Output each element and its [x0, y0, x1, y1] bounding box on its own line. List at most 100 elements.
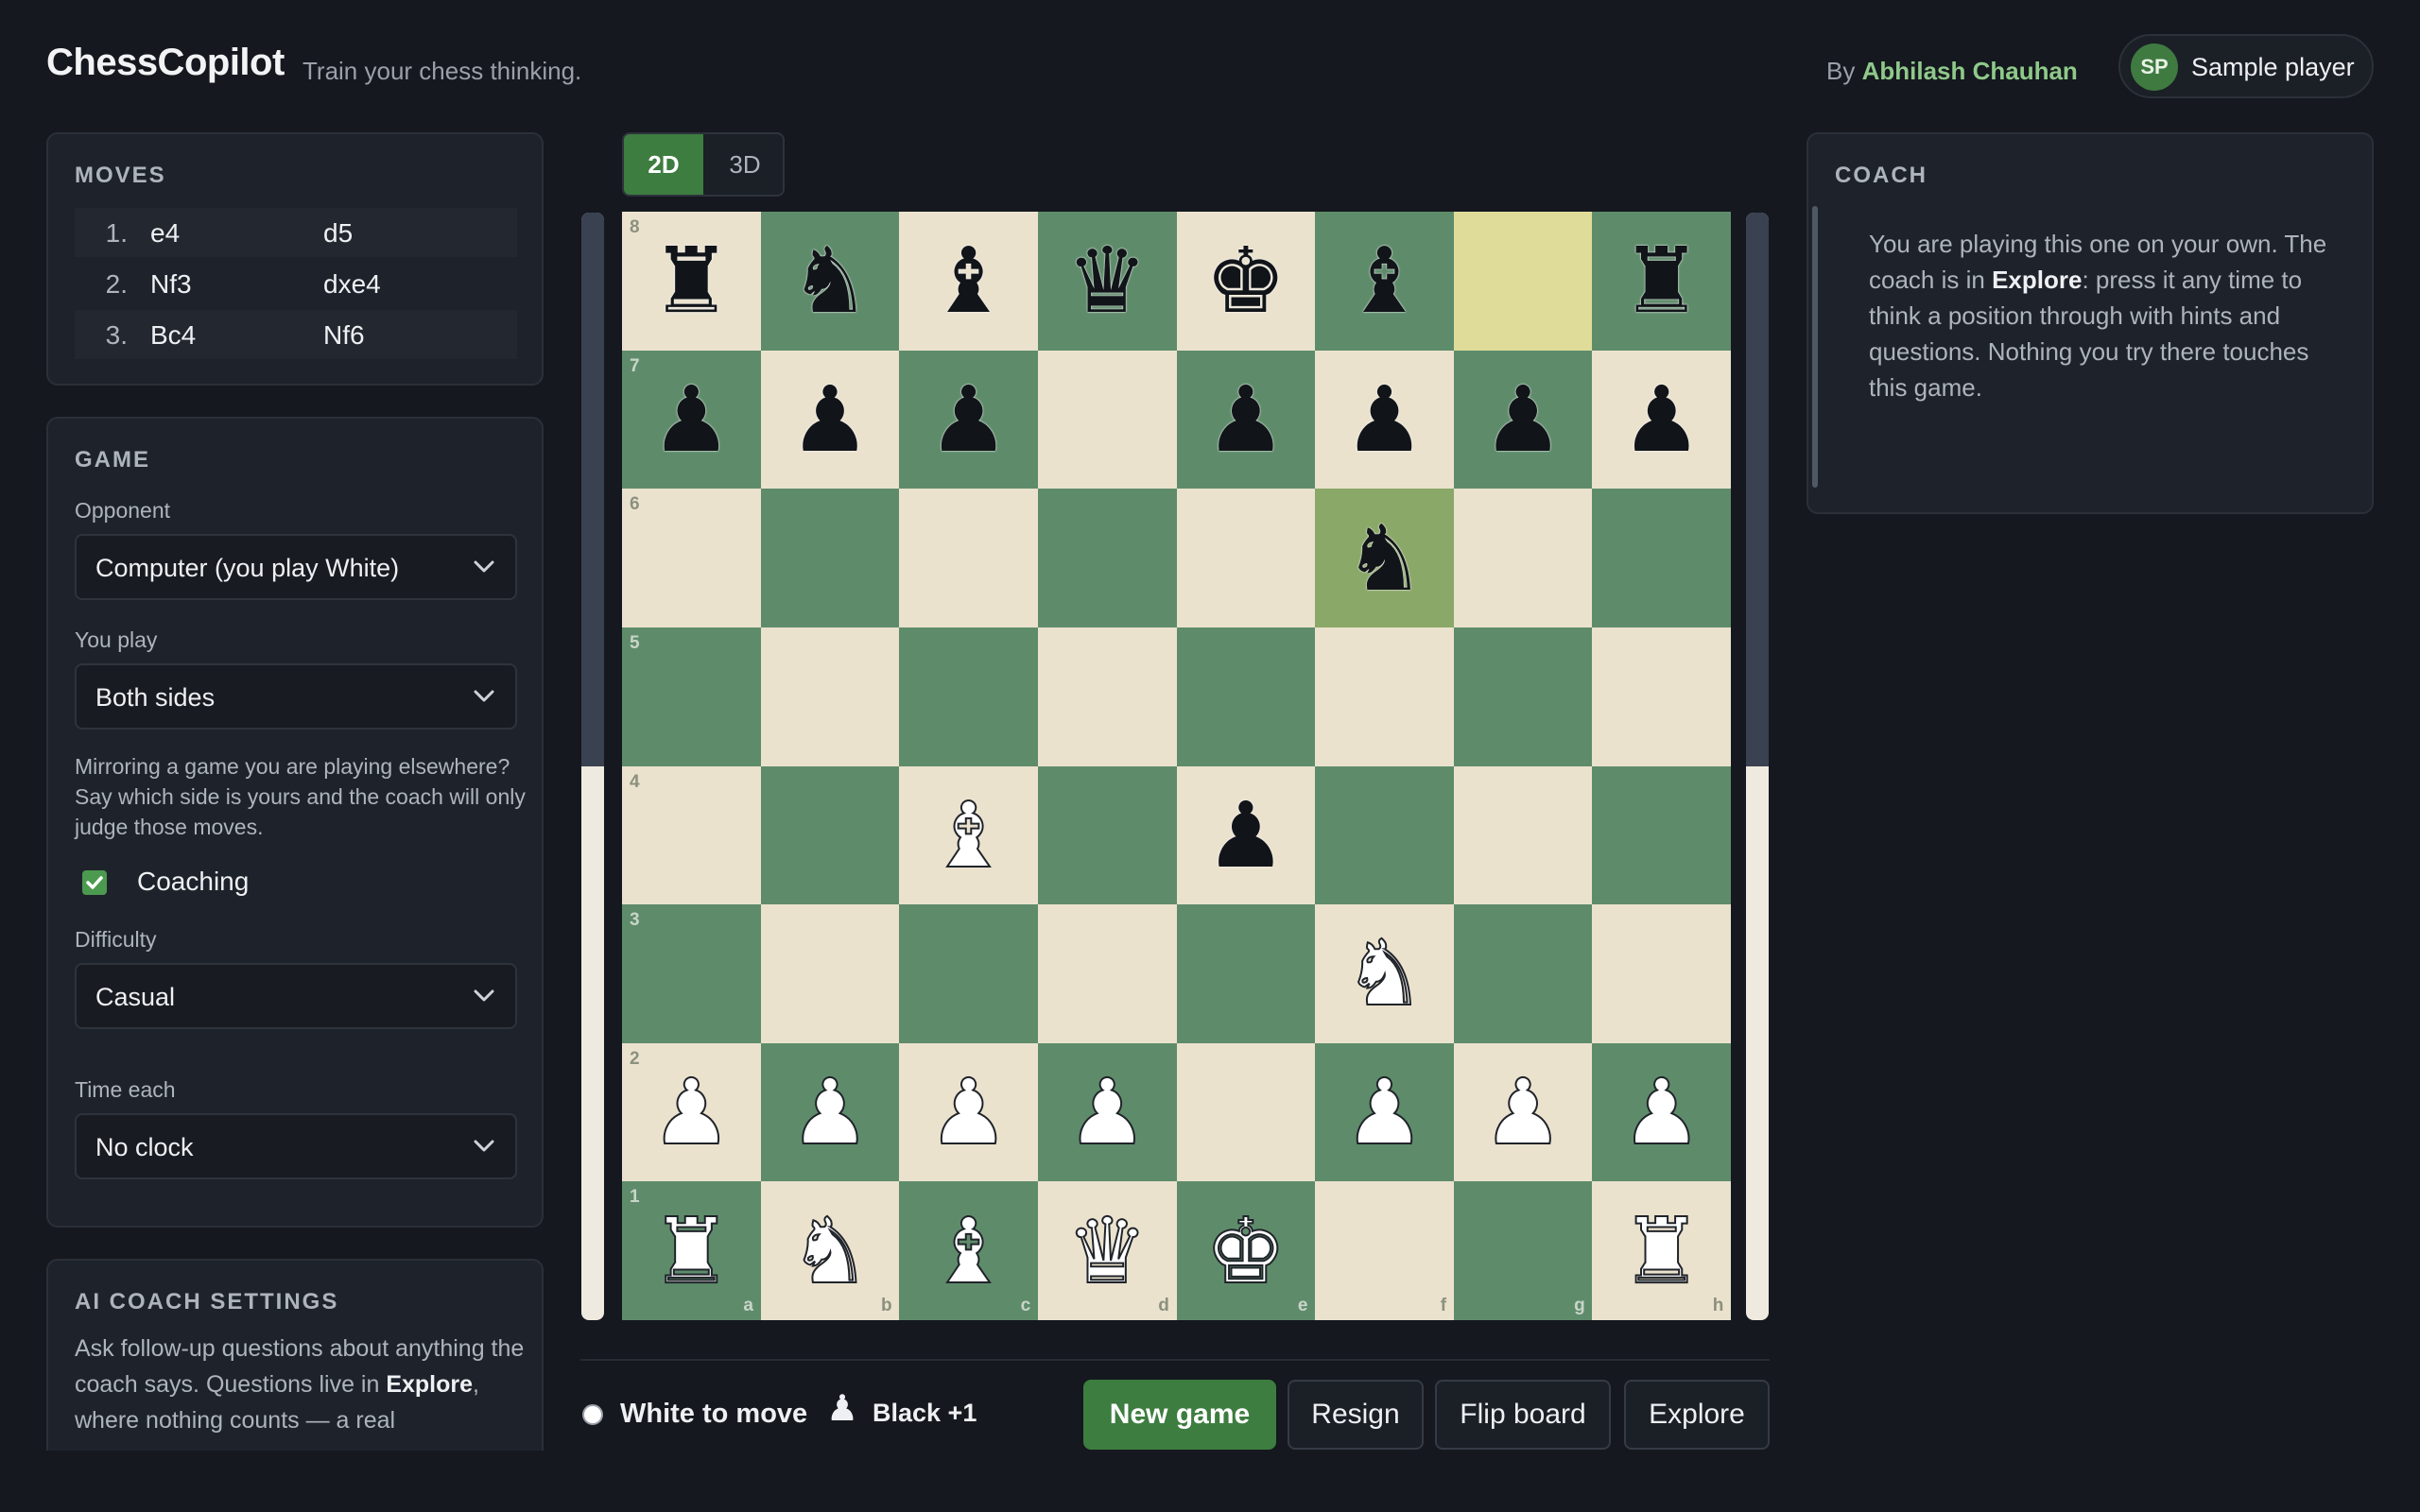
square-c1[interactable]: c ♝ — [899, 1181, 1039, 1321]
square-a2[interactable]: 2 ♟ — [622, 1042, 761, 1182]
square-b4[interactable] — [760, 765, 900, 905]
black-king-icon[interactable]: ♚ — [1177, 212, 1316, 351]
resign-button[interactable]: Resign — [1288, 1380, 1424, 1450]
square-h7[interactable]: ♟ — [1592, 350, 1732, 490]
square-g6[interactable] — [1453, 489, 1593, 628]
square-g1[interactable]: g — [1453, 1181, 1593, 1321]
square-d3[interactable] — [1037, 904, 1177, 1044]
square-h6[interactable] — [1592, 489, 1732, 628]
opponent-select[interactable]: Computer (you play White) — [75, 534, 517, 600]
white-pawn-icon[interactable]: ♟ — [1038, 1043, 1177, 1182]
white-knight-icon[interactable]: ♞ — [761, 1181, 900, 1320]
white-pawn-icon[interactable]: ♟ — [761, 1043, 900, 1182]
time-select[interactable]: No clock — [75, 1113, 517, 1179]
square-d4[interactable] — [1037, 765, 1177, 905]
black-pawn-icon[interactable]: ♟ — [899, 351, 1038, 490]
black-move[interactable]: Nf6 — [323, 320, 365, 351]
square-a4[interactable]: 4 — [622, 765, 761, 905]
square-h4[interactable] — [1592, 765, 1732, 905]
square-h2[interactable]: ♟ — [1592, 1042, 1732, 1182]
black-rook-icon[interactable]: ♜ — [1592, 212, 1731, 351]
square-g8[interactable] — [1453, 212, 1593, 351]
coaching-checkbox[interactable] — [82, 870, 107, 895]
square-d8[interactable]: ♛ — [1037, 212, 1177, 351]
white-queen-icon[interactable]: ♛ — [1038, 1181, 1177, 1320]
square-a3[interactable]: 3 — [622, 904, 761, 1044]
square-a5[interactable]: 5 — [622, 627, 761, 766]
black-knight-icon[interactable]: ♞ — [761, 212, 900, 351]
square-f1[interactable]: f — [1315, 1181, 1455, 1321]
black-pawn-icon[interactable]: ♟ — [622, 351, 761, 490]
square-b1[interactable]: b ♞ — [760, 1181, 900, 1321]
white-pawn-icon[interactable]: ♟ — [1315, 1043, 1454, 1182]
view-2d-button[interactable]: 2D — [624, 134, 703, 195]
square-f7[interactable]: ♟ — [1315, 350, 1455, 490]
white-bishop-icon[interactable]: ♝ — [899, 1181, 1038, 1320]
square-c7[interactable]: ♟ — [899, 350, 1039, 490]
square-d6[interactable] — [1037, 489, 1177, 628]
white-king-icon[interactable]: ♚ — [1177, 1181, 1316, 1320]
square-f5[interactable] — [1315, 627, 1455, 766]
black-bishop-icon[interactable]: ♝ — [899, 212, 1038, 351]
square-d7[interactable] — [1037, 350, 1177, 490]
square-h5[interactable] — [1592, 627, 1732, 766]
white-knight-icon[interactable]: ♞ — [1315, 904, 1454, 1043]
coaching-label[interactable]: Coaching — [137, 867, 249, 897]
square-a8[interactable]: 8 ♜ — [622, 212, 761, 351]
square-c5[interactable] — [899, 627, 1039, 766]
square-f6[interactable]: ♞ — [1315, 489, 1455, 628]
white-rook-icon[interactable]: ♜ — [622, 1181, 761, 1320]
square-e3[interactable] — [1176, 904, 1316, 1044]
black-rook-icon[interactable]: ♜ — [622, 212, 761, 351]
white-move[interactable]: e4 — [150, 218, 180, 249]
square-b3[interactable] — [760, 904, 900, 1044]
explore-button[interactable]: Explore — [1624, 1380, 1770, 1450]
square-h8[interactable]: ♜ — [1592, 212, 1732, 351]
black-queen-icon[interactable]: ♛ — [1038, 212, 1177, 351]
square-g5[interactable] — [1453, 627, 1593, 766]
black-knight-icon[interactable]: ♞ — [1315, 489, 1454, 627]
difficulty-select[interactable]: Casual — [75, 963, 517, 1029]
square-e1[interactable]: e ♚ — [1176, 1181, 1316, 1321]
square-g2[interactable]: ♟ — [1453, 1042, 1593, 1182]
square-b6[interactable] — [760, 489, 900, 628]
square-d2[interactable]: ♟ — [1037, 1042, 1177, 1182]
black-move[interactable]: dxe4 — [323, 269, 381, 300]
square-b8[interactable]: ♞ — [760, 212, 900, 351]
square-h1[interactable]: h ♜ — [1592, 1181, 1732, 1321]
square-b7[interactable]: ♟ — [760, 350, 900, 490]
white-move[interactable]: Bc4 — [150, 320, 196, 351]
black-pawn-icon[interactable]: ♟ — [761, 351, 900, 490]
square-a6[interactable]: 6 — [622, 489, 761, 628]
black-move[interactable]: d5 — [323, 218, 353, 249]
white-pawn-icon[interactable]: ♟ — [622, 1043, 761, 1182]
white-rook-icon[interactable]: ♜ — [1592, 1181, 1731, 1320]
black-bishop-icon[interactable]: ♝ — [1315, 212, 1454, 351]
square-c8[interactable]: ♝ — [899, 212, 1039, 351]
square-d5[interactable] — [1037, 627, 1177, 766]
white-pawn-icon[interactable]: ♟ — [1592, 1043, 1731, 1182]
square-g4[interactable] — [1453, 765, 1593, 905]
white-move[interactable]: Nf3 — [150, 269, 192, 300]
square-e4[interactable]: ♟ — [1176, 765, 1316, 905]
square-a1[interactable]: 1 a ♜ — [622, 1181, 761, 1321]
square-f8[interactable]: ♝ — [1315, 212, 1455, 351]
square-f2[interactable]: ♟ — [1315, 1042, 1455, 1182]
square-f3[interactable]: ♞ — [1315, 904, 1455, 1044]
square-h3[interactable] — [1592, 904, 1732, 1044]
square-e5[interactable] — [1176, 627, 1316, 766]
square-e8[interactable]: ♚ — [1176, 212, 1316, 351]
you-play-select[interactable]: Both sides — [75, 663, 517, 730]
square-c4[interactable]: ♝ — [899, 765, 1039, 905]
square-c3[interactable] — [899, 904, 1039, 1044]
square-b5[interactable] — [760, 627, 900, 766]
square-e6[interactable] — [1176, 489, 1316, 628]
square-b2[interactable]: ♟ — [760, 1042, 900, 1182]
author-link[interactable]: Abhilash Chauhan — [1862, 57, 2078, 85]
square-e7[interactable]: ♟ — [1176, 350, 1316, 490]
square-f4[interactable] — [1315, 765, 1455, 905]
chess-board[interactable]: 8 ♜ ♞ ♝ ♛ ♚ ♝ ♜ 7 ♟ ♟ ♟ ♟ ♟ ♟ ♟ 6 ♞ 5 4 ♝ ♟ 3 ♞ 2 ♟ ♟ ♟ ♟ ♟ ♟ ♟ 1 a ♜ b ♞ c ♝ d… — [622, 212, 1732, 1321]
square-a7[interactable]: 7 ♟ — [622, 350, 761, 490]
black-pawn-icon[interactable]: ♟ — [1177, 766, 1316, 905]
square-c2[interactable]: ♟ — [899, 1042, 1039, 1182]
